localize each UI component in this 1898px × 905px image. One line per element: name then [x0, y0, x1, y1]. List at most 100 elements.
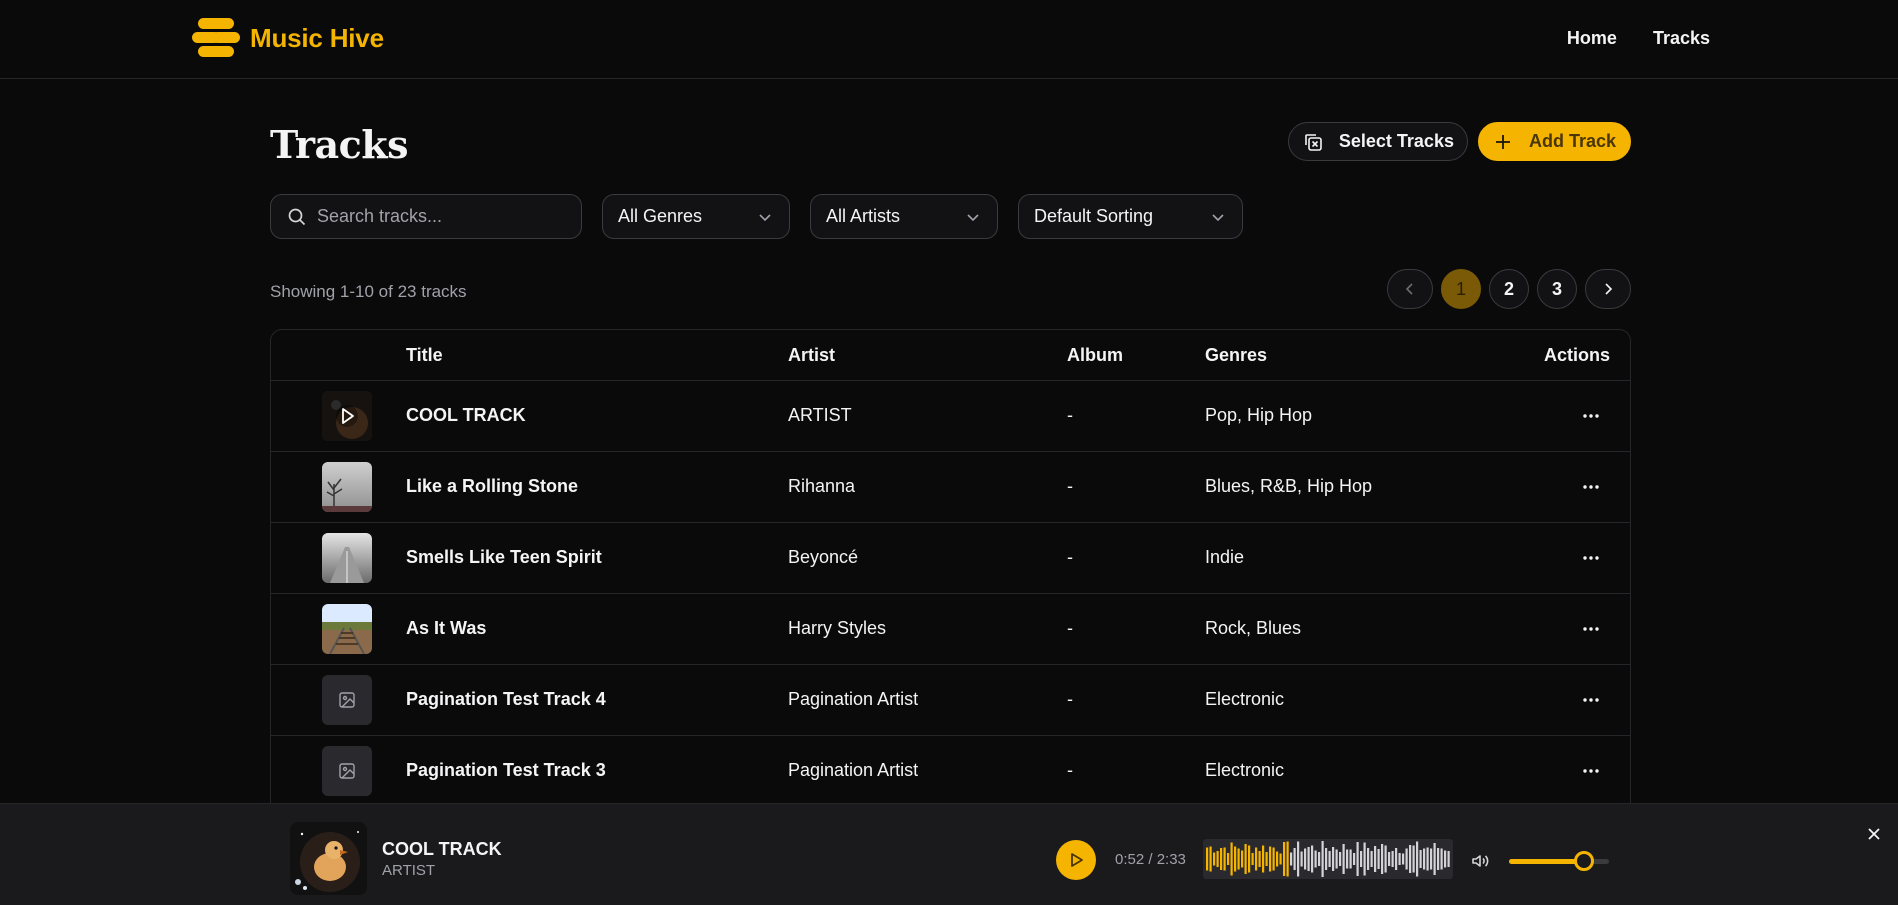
select-tracks-button[interactable]: Select Tracks [1287, 122, 1468, 161]
nav-tracks-link[interactable]: Tracks [1653, 28, 1710, 49]
waveform-bar [1447, 851, 1450, 867]
waveform-bar [1384, 845, 1387, 873]
table-row[interactable]: As It Was Harry Styles - Rock, Blues [271, 594, 1630, 665]
track-album: - [1067, 547, 1073, 567]
main-nav: Home Tracks [1567, 28, 1710, 49]
column-album-header[interactable]: Album [1067, 345, 1123, 366]
waveform-bar [1328, 851, 1331, 867]
track-genres: Rock, Blues [1205, 618, 1302, 638]
table-row[interactable]: Pagination Test Track 4 Pagination Artist… [271, 665, 1630, 736]
track-cover-thumbnail[interactable] [322, 604, 372, 654]
search-input[interactable] [317, 206, 567, 227]
waveform-bar [1244, 844, 1247, 874]
waveform-bar [1440, 848, 1443, 870]
track-artist: ARTIST [788, 405, 852, 425]
track-genres: Pop, Hip Hop [1205, 405, 1313, 425]
track-cover-thumbnail[interactable] [322, 462, 372, 512]
waveform-bar [1325, 848, 1328, 870]
more-actions-icon[interactable] [1580, 689, 1602, 711]
waveform-bar [1251, 853, 1254, 865]
track-title[interactable]: As It Was [406, 618, 486, 639]
select-multiple-icon [1305, 133, 1322, 151]
track-artist: Beyoncé [788, 547, 859, 567]
table-row[interactable]: Smells Like Teen Spirit Beyoncé - Indie [271, 523, 1630, 594]
prev-page-button[interactable] [1387, 269, 1433, 309]
waveform-bar [1433, 843, 1436, 875]
add-track-button[interactable]: Add Track [1477, 122, 1631, 161]
chevron-down-icon [759, 213, 771, 221]
waveform-bar [1304, 848, 1307, 870]
waveform-bar [1248, 845, 1251, 873]
waveform-bar [1437, 848, 1440, 870]
waveform-bar [1391, 851, 1394, 867]
track-album: - [1067, 689, 1073, 709]
more-actions-icon[interactable] [1580, 405, 1602, 427]
waveform-bar [1409, 845, 1412, 873]
page-1-button[interactable]: 1 [1441, 269, 1481, 309]
column-artist-header[interactable]: Artist [788, 345, 835, 366]
waveform-bar [1363, 842, 1366, 876]
volume-icon[interactable] [1470, 851, 1490, 871]
waveform-bar [1423, 848, 1426, 870]
waveform-bar [1255, 847, 1258, 871]
waveform-bar [1353, 853, 1356, 865]
waveform-bar [1311, 845, 1314, 873]
volume-slider-fill [1509, 859, 1584, 864]
column-title-header[interactable]: Title [406, 345, 443, 366]
chevron-down-icon [967, 213, 979, 221]
track-title[interactable]: COOL TRACK [406, 405, 526, 426]
more-actions-icon[interactable] [1580, 760, 1602, 782]
waveform-bar [1381, 844, 1384, 874]
track-title[interactable]: Smells Like Teen Spirit [406, 547, 602, 568]
player-track-artist: ARTIST [382, 862, 436, 879]
track-title[interactable]: Pagination Test Track 3 [406, 760, 606, 781]
waveform-bar [1220, 848, 1223, 870]
track-cover-thumbnail[interactable] [322, 391, 372, 441]
more-actions-icon[interactable] [1580, 547, 1602, 569]
volume-slider-handle[interactable] [1574, 851, 1594, 871]
more-actions-icon[interactable] [1580, 476, 1602, 498]
table-row[interactable]: COOL TRACK ARTIST - Pop, Hip Hop [271, 381, 1630, 452]
waveform-bar [1283, 842, 1286, 876]
more-actions-icon[interactable] [1580, 618, 1602, 640]
track-artist: Harry Styles [788, 618, 887, 638]
volume-slider[interactable] [1509, 851, 1609, 871]
nav-home-link[interactable]: Home [1567, 28, 1617, 49]
player-play-button[interactable] [1056, 840, 1096, 880]
table-row[interactable]: Like a Rolling Stone Rihanna - Blues, R&B, … [271, 452, 1630, 523]
artist-filter-select[interactable]: All Artists [810, 194, 998, 239]
track-title[interactable]: Pagination Test Track 4 [406, 689, 606, 710]
genre-filter-select[interactable]: All Genres [602, 194, 790, 239]
next-page-button[interactable] [1585, 269, 1631, 309]
waveform-bar [1346, 849, 1349, 869]
waveform-bar [1388, 852, 1391, 866]
chevron-right-icon [1605, 283, 1613, 295]
chevron-left-icon [1405, 283, 1413, 295]
track-album: - [1067, 476, 1073, 496]
page-2-button[interactable]: 2 [1489, 269, 1529, 309]
genre-filter-value: All Genres [618, 206, 703, 226]
add-track-label: Add Track [1528, 131, 1616, 151]
waveform-bar [1321, 841, 1324, 877]
track-cover-thumbnail[interactable] [322, 533, 372, 583]
waveform-bar [1223, 847, 1226, 871]
waveform-bar [1367, 848, 1370, 870]
track-title[interactable]: Like a Rolling Stone [406, 476, 578, 497]
waveform-bar [1349, 849, 1352, 869]
waveform-bar [1290, 852, 1293, 866]
table-row[interactable]: Pagination Test Track 3 Pagination Artist… [271, 736, 1630, 807]
brand[interactable]: Music Hive [192, 16, 384, 60]
waveform-bar [1300, 851, 1303, 867]
track-cover-thumbnail[interactable] [322, 675, 372, 725]
music-hive-logo-icon [192, 18, 240, 57]
close-player-icon[interactable] [1864, 824, 1884, 844]
sort-select[interactable]: Default Sorting [1018, 194, 1243, 239]
player-waveform-seekbar[interactable] [1203, 839, 1453, 879]
track-artist: Pagination Artist [788, 760, 919, 780]
header-actions: Select Tracks Add Track [1287, 122, 1631, 161]
track-cover-thumbnail[interactable] [322, 746, 372, 796]
waveform-bar [1339, 852, 1342, 866]
page-3-button[interactable]: 3 [1537, 269, 1577, 309]
waveform-background [1203, 839, 1453, 879]
waveform-bar [1272, 847, 1275, 871]
